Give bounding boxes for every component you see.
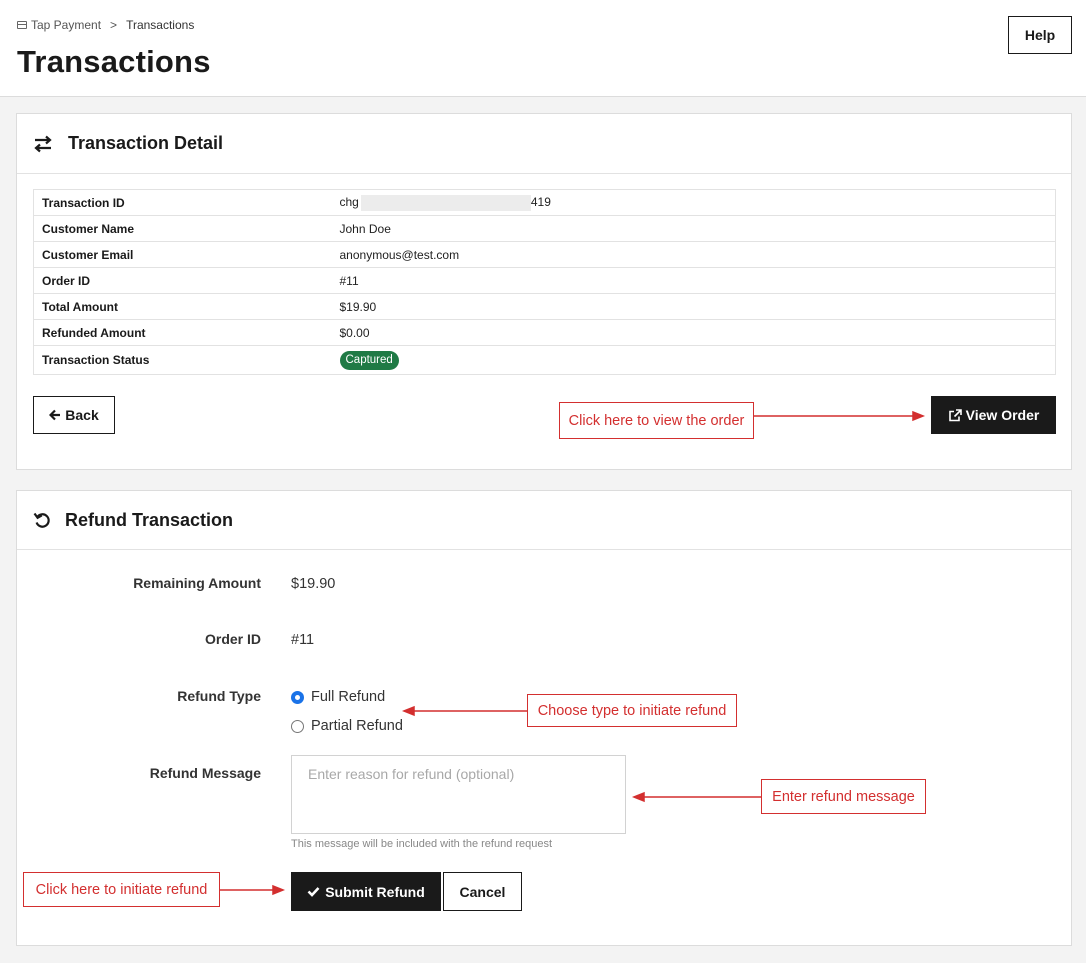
view-order-button[interactable]: View Order bbox=[931, 396, 1056, 434]
refund-message-label: Refund Message bbox=[149, 765, 261, 781]
view-order-label: View Order bbox=[965, 407, 1040, 423]
row-label: Total Amount bbox=[33, 293, 340, 320]
breadcrumb-current: Transactions bbox=[126, 18, 195, 32]
swap-arrows-icon bbox=[34, 135, 52, 153]
row-value: John Doe bbox=[339, 215, 1056, 242]
refresh-icon bbox=[33, 512, 50, 528]
row-label: Transaction Status bbox=[33, 345, 340, 375]
check-icon bbox=[307, 887, 320, 897]
annotation-view-order: Click here to view the order bbox=[559, 402, 754, 439]
full-refund-radio[interactable]: Full Refund bbox=[291, 689, 385, 705]
row-label: Transaction ID bbox=[42, 195, 125, 210]
external-link-icon bbox=[948, 408, 962, 421]
submit-refund-button[interactable]: Submit Refund bbox=[291, 872, 441, 911]
refund-message-help: This message will be included with the r… bbox=[291, 838, 553, 850]
remaining-amount-label: Remaining Amount bbox=[133, 575, 261, 591]
help-button[interactable]: Help bbox=[1008, 16, 1072, 54]
back-button[interactable]: Back bbox=[33, 396, 115, 434]
radio-indicator[interactable] bbox=[291, 719, 304, 733]
back-label: Back bbox=[65, 407, 99, 423]
remaining-amount-value: $19.90 bbox=[291, 576, 336, 592]
row-value: $19.90 bbox=[339, 293, 1056, 320]
arrow-left-icon bbox=[49, 409, 61, 421]
row-label: Order ID bbox=[33, 267, 340, 294]
transaction-detail-table: Transaction ID chg 419 Customer Name John… bbox=[33, 189, 1056, 375]
table-row: Customer Name John Doe bbox=[33, 215, 1056, 242]
row-label: Refunded Amount bbox=[33, 319, 340, 346]
radio-selected-indicator[interactable] bbox=[291, 690, 304, 704]
row-label: Customer Email bbox=[33, 241, 340, 268]
transaction-id-suffix: 419 bbox=[530, 194, 551, 209]
transaction-id-prefix: chg bbox=[339, 194, 359, 209]
full-refund-label: Full Refund bbox=[311, 689, 386, 705]
order-id-value: #11 bbox=[291, 632, 315, 648]
page-title: Transactions bbox=[17, 44, 211, 79]
breadcrumb-parent[interactable]: Tap Payment bbox=[31, 18, 101, 32]
order-id-label: Order ID bbox=[204, 631, 261, 647]
annotation-enter-message: Enter refund message bbox=[761, 779, 926, 814]
transaction-detail-card: Transaction Detail Transaction ID chg 419… bbox=[16, 113, 1072, 470]
transaction-detail-title: Transaction Detail bbox=[68, 133, 224, 153]
breadcrumb-separator: > bbox=[110, 18, 118, 32]
transaction-id-value: chg 419 bbox=[340, 190, 1056, 216]
table-row: Transaction Status Captured bbox=[33, 345, 1056, 375]
cancel-button[interactable]: Cancel bbox=[443, 872, 522, 911]
refund-message-input[interactable] bbox=[291, 755, 626, 834]
table-row: Refunded Amount $0.00 bbox=[33, 319, 1056, 346]
partial-refund-label: Partial Refund bbox=[311, 718, 403, 734]
refund-transaction-title: Refund Transaction bbox=[65, 509, 234, 530]
submit-refund-label: Submit Refund bbox=[325, 883, 425, 900]
table-row: Total Amount $19.90 bbox=[33, 293, 1056, 320]
transaction-detail-header: Transaction Detail bbox=[17, 114, 1071, 174]
table-row: Customer Email anonymous@test.com bbox=[33, 241, 1056, 268]
refund-transaction-header: Refund Transaction bbox=[17, 491, 1071, 550]
page-header: Tap Payment > Transactions Transactions … bbox=[0, 0, 1086, 97]
row-value: anonymous@test.com bbox=[339, 241, 1056, 268]
status-cell: Captured bbox=[339, 345, 1056, 375]
table-row: Transaction ID chg 419 bbox=[34, 190, 1056, 216]
annotation-initiate-refund: Click here to initiate refund bbox=[23, 872, 220, 907]
refund-type-label: Refund Type bbox=[177, 688, 261, 704]
row-value: #11 bbox=[339, 267, 1056, 294]
row-value: $0.00 bbox=[339, 319, 1056, 346]
card-icon bbox=[17, 21, 27, 29]
breadcrumb: Tap Payment > Transactions bbox=[17, 18, 194, 32]
redacted-block bbox=[360, 194, 531, 211]
row-label: Customer Name bbox=[33, 215, 340, 242]
status-badge: Captured bbox=[339, 350, 399, 370]
annotation-choose-type: Choose type to initiate refund bbox=[527, 694, 737, 727]
partial-refund-radio[interactable]: Partial Refund bbox=[291, 718, 403, 734]
table-row: Order ID #11 bbox=[33, 267, 1056, 294]
